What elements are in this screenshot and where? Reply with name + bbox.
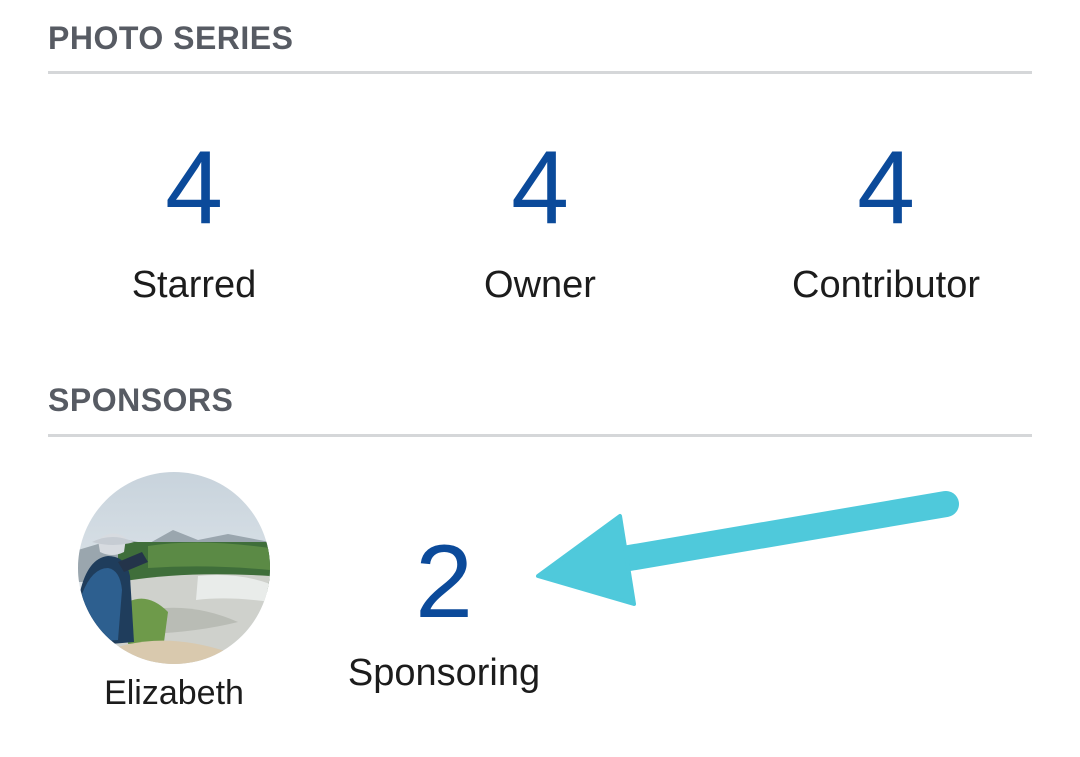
owner-label: Owner [484, 264, 596, 306]
photo-series-title: PHOTO SERIES [48, 20, 294, 56]
section-divider [48, 434, 1032, 437]
owner-count: 4 [511, 130, 569, 246]
sponsoring-count: 2 [415, 524, 473, 640]
section-divider [48, 71, 1032, 74]
sponsor-name[interactable]: Elizabeth [54, 676, 294, 710]
starred-label: Starred [131, 264, 257, 306]
sponsor-avatar[interactable] [78, 472, 270, 664]
contributor-stat[interactable]: 4 Contributor [726, 136, 1046, 304]
sponsoring-stat[interactable]: 2 Sponsoring [284, 530, 604, 692]
starred-count: 4 [165, 130, 223, 246]
contributor-count: 4 [857, 130, 915, 246]
owner-stat[interactable]: 4 Owner [380, 136, 700, 304]
sponsor-photo [78, 472, 270, 664]
sponsoring-label: Sponsoring [347, 652, 541, 694]
contributor-label: Contributor [792, 264, 980, 306]
starred-stat[interactable]: 4 Starred [34, 136, 354, 304]
sponsors-title: SPONSORS [48, 382, 234, 418]
